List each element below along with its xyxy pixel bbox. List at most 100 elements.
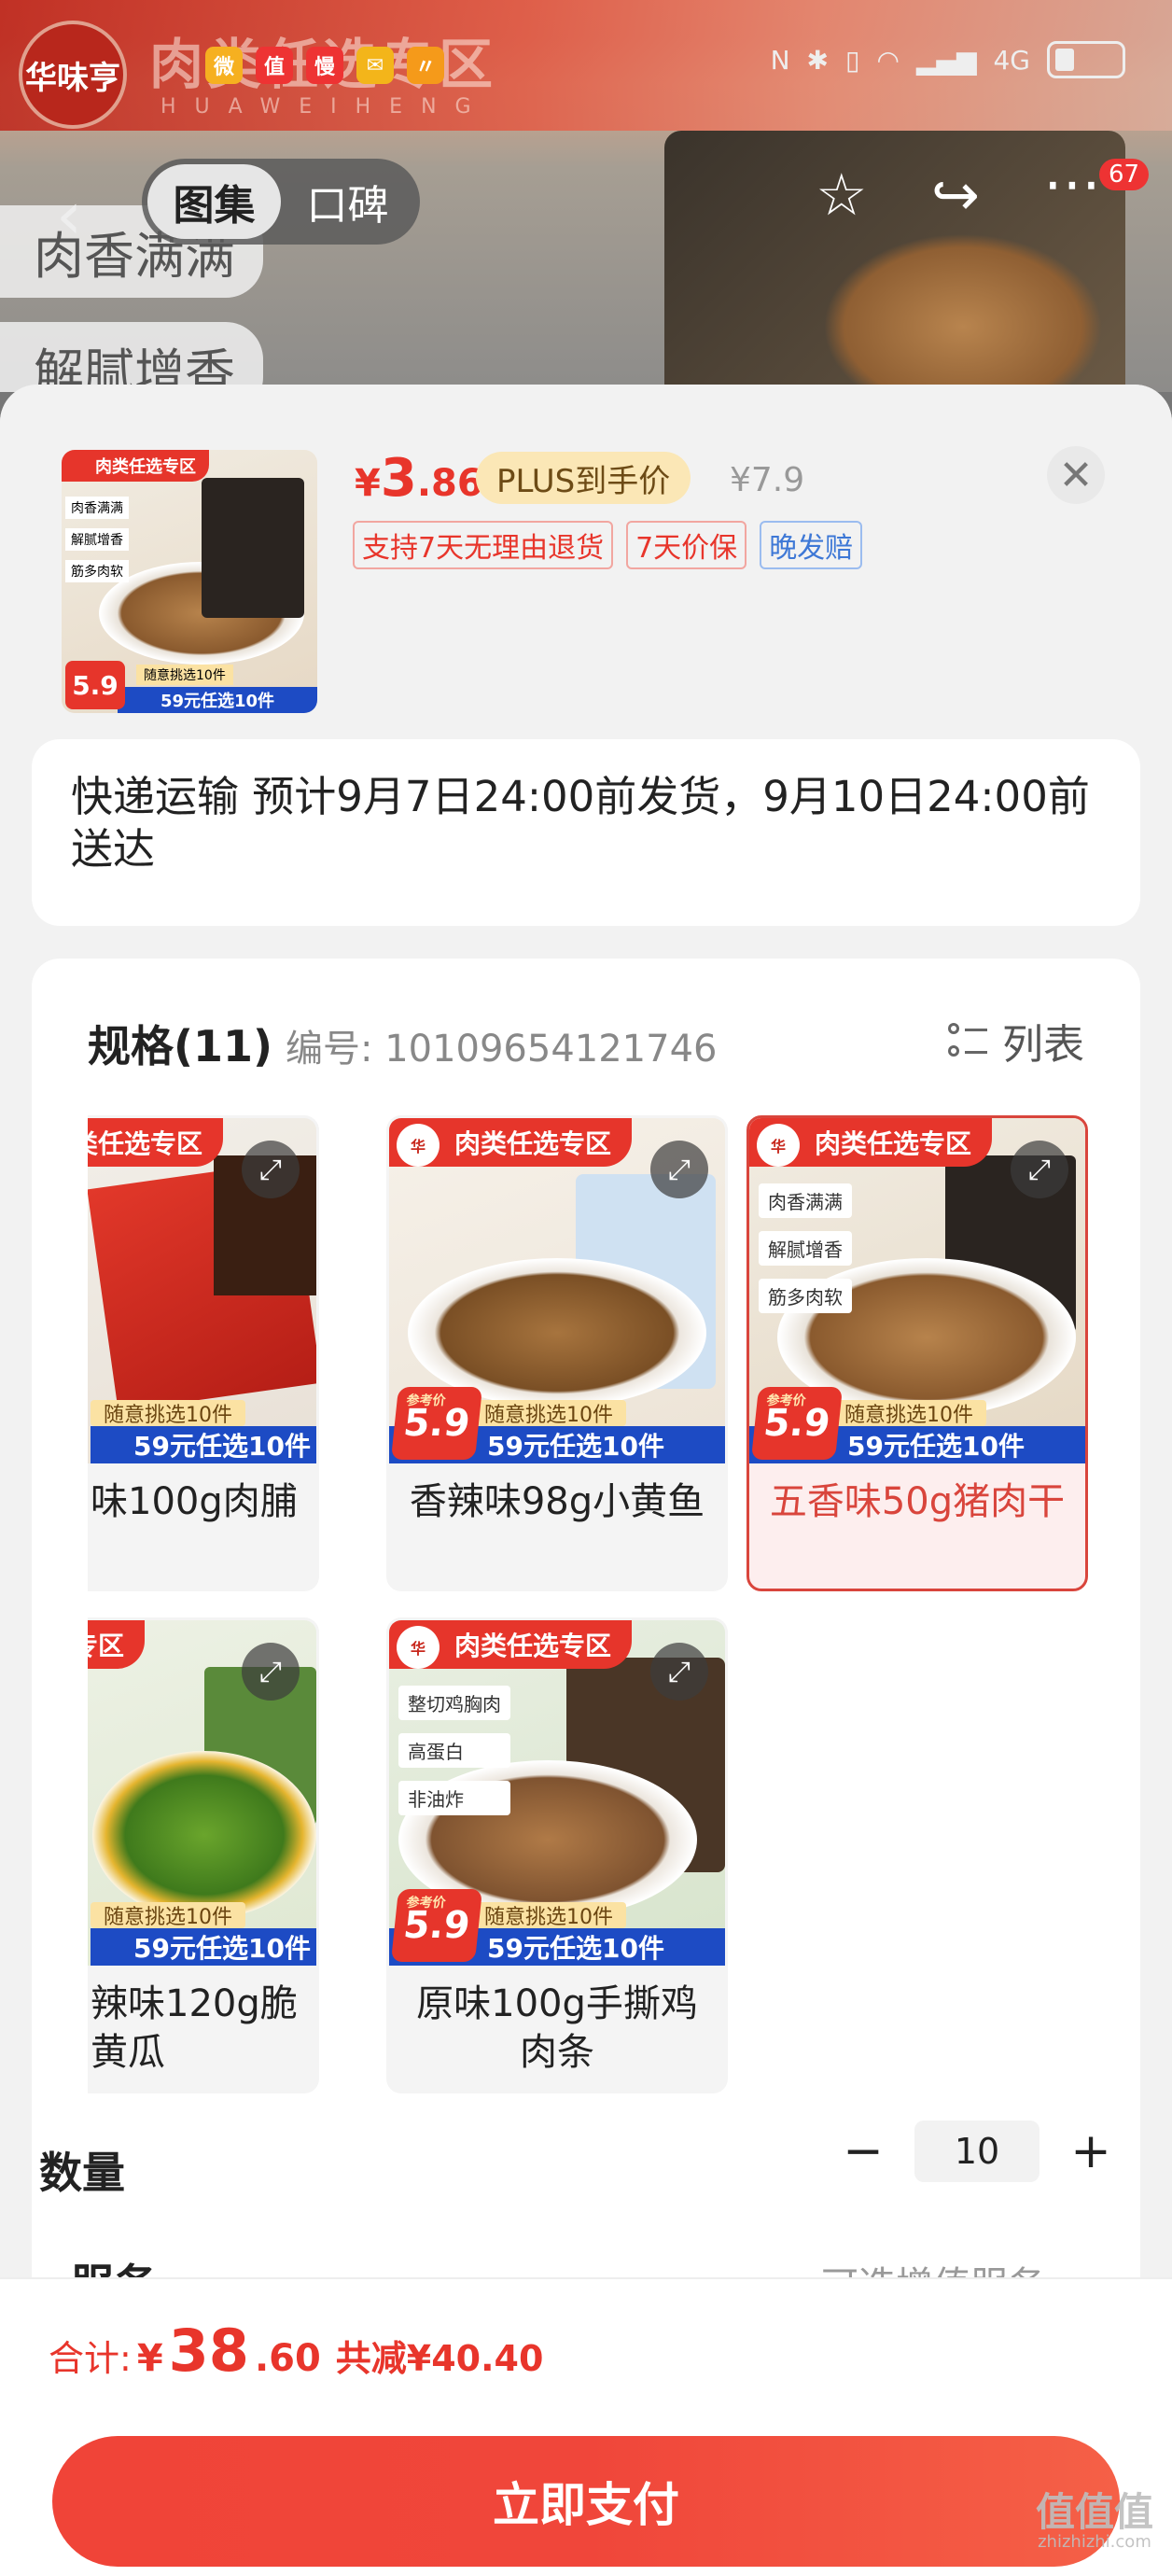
option-band-top: 随意挑选10件 bbox=[91, 1400, 245, 1427]
list-icon bbox=[948, 1021, 987, 1060]
option-promo-pill: 肉类任选专区 bbox=[88, 1118, 224, 1167]
brand-logo: 华味亨 bbox=[19, 21, 127, 129]
service-tags: 支持7天无理由退货 7天价保 晚发赔 bbox=[353, 521, 863, 569]
plus-price-badge: PLUS到手价 bbox=[476, 452, 691, 504]
sale-price: ¥3.86 bbox=[355, 448, 483, 509]
site-watermark: 值值值 zhizhizhi.com bbox=[1035, 2489, 1153, 2552]
option-band-bottom: 59元任选10件 bbox=[91, 1928, 316, 1966]
option-band-top: 随意挑选10件 bbox=[91, 1902, 245, 1929]
total-discount: 共减¥40.40 bbox=[335, 2338, 544, 2379]
price-dec: .86 bbox=[416, 462, 483, 505]
brand-logo-text: 华味亨 bbox=[25, 59, 120, 97]
expand-icon[interactable]: ⤢ bbox=[242, 1141, 300, 1198]
quantity-stepper: − 10 + bbox=[840, 2121, 1114, 2182]
spec-option[interactable]: 华 肉类任选专区 ⤢ 参考价 5.9 随意挑选10件 59元任选10件 香辣味98… bbox=[386, 1115, 728, 1591]
background-tag-2: 解腻增香 bbox=[0, 322, 263, 392]
network-type: 4G bbox=[993, 44, 1030, 76]
decrease-button[interactable]: − bbox=[840, 2123, 886, 2179]
sheet-header: 肉类任选专区 肉香满满 解腻增香 筋多肉软 5.9 随意挑选10件 59元任选1… bbox=[0, 385, 1172, 739]
spec-option-selected[interactable]: 华 肉类任选专区 肉香满满 解腻增香 筋多肉软 ⤢ 参考价 5.9 随意挑选10件… bbox=[746, 1115, 1088, 1591]
quantity-label: 数量 bbox=[39, 2148, 125, 2198]
option-label: 原味100g手撕鸡肉条 bbox=[416, 1982, 698, 2074]
option-chip: 整切鸡胸肉 bbox=[398, 1686, 510, 1720]
option-chip: 筋多肉软 bbox=[759, 1279, 852, 1313]
price-currency: ¥ bbox=[355, 462, 381, 505]
sku-number: 编号: 10109654121746 bbox=[286, 1028, 718, 1071]
favorite-star-icon[interactable]: ☆ bbox=[816, 161, 868, 229]
tab-reviews[interactable]: 口碑 bbox=[281, 164, 414, 239]
mail-app-icon: ✉ bbox=[356, 47, 394, 84]
background-product-page: 华味亨 肉类任选专区 HUAWEIHENG 微 值 慢 ✉ 〃 N ✱ ▯ ◠ … bbox=[0, 0, 1172, 392]
thumb-band-top: 随意挑选10件 bbox=[136, 665, 233, 685]
more-icon[interactable]: ⋯ bbox=[1043, 149, 1101, 217]
option-ref-price: 参考价 5.9 bbox=[390, 1387, 483, 1460]
quantity-input[interactable]: 10 bbox=[914, 2121, 1039, 2182]
brand-mini-logo: 华 bbox=[397, 1124, 440, 1167]
bluetooth-icon: ✱ bbox=[806, 44, 830, 76]
thumb-band-bottom: 59元任选10件 bbox=[118, 687, 317, 713]
checkout-footer: 合计: ¥ 38 .60 共减¥40.40 立即支付 bbox=[0, 2277, 1172, 2576]
spec-option[interactable]: 选专区 ⤢ 随意挑选10件 59元任选10件 辣味120g脆黄瓜 bbox=[88, 1617, 319, 2093]
gallery-segment-control: 图集 口碑 bbox=[142, 159, 420, 245]
increase-button[interactable]: + bbox=[1067, 2123, 1114, 2179]
option-label: 辣味120g脆黄瓜 bbox=[91, 1982, 298, 2074]
status-bar-apps: 微 值 慢 ✉ 〃 bbox=[205, 47, 444, 84]
spec-option[interactable]: 肉类任选专区 ⤢ 随意挑选10件 59元任选10件 味100g肉脯 bbox=[88, 1115, 319, 1591]
option-band-top: 随意挑选10件 bbox=[471, 1400, 626, 1427]
sku-selection-sheet: 肉类任选专区 肉香满满 解腻增香 筋多肉软 5.9 随意挑选10件 59元任选1… bbox=[0, 385, 1172, 2576]
tag-late-compensation: 晚发赔 bbox=[760, 521, 863, 569]
option-promo-pill: 选专区 bbox=[88, 1620, 146, 1669]
total-dec: .60 bbox=[254, 2337, 321, 2380]
spec-title: 规格(11) bbox=[88, 1021, 273, 1071]
option-label: 五香味50g猪肉干 bbox=[769, 1480, 1066, 1523]
thumb-chip: 肉香满满 bbox=[65, 497, 129, 519]
original-price: ¥7.9 bbox=[730, 461, 805, 499]
selected-product-thumbnail[interactable]: 肉类任选专区 肉香满满 解腻增香 筋多肉软 5.9 随意挑选10件 59元任选1… bbox=[62, 450, 317, 713]
list-view-label: 列表 bbox=[1002, 1021, 1084, 1069]
wifi-icon: ◠ bbox=[876, 44, 900, 76]
battery-icon bbox=[1047, 41, 1125, 78]
zhi-app-icon: 值 bbox=[256, 47, 293, 84]
expand-icon[interactable]: ⤢ bbox=[650, 1141, 708, 1198]
tab-gallery[interactable]: 图集 bbox=[147, 164, 281, 239]
thumb-ref-price: 5.9 bbox=[65, 661, 125, 709]
shipping-text: 快递运输 预计9月7日24:00前发货，9月10日24:00前送达 bbox=[71, 772, 1090, 874]
option-chip: 肉香满满 bbox=[759, 1183, 852, 1218]
status-bar-right: N ✱ ▯ ◠ ▂▄▆ 4G bbox=[771, 41, 1125, 78]
man-app-icon: 慢 bbox=[306, 47, 343, 84]
spec-options-grid: 肉类任选专区 ⤢ 随意挑选10件 59元任选10件 味100g肉脯 华 肉类任选… bbox=[88, 1115, 1095, 2105]
total-label: 合计: bbox=[49, 2338, 132, 2379]
shipping-info-card: 快递运输 预计9月7日24:00前发货，9月10日24:00前送达 bbox=[32, 739, 1140, 926]
option-chip: 高蛋白 bbox=[398, 1733, 510, 1768]
option-chip: 非油炸 bbox=[398, 1781, 510, 1815]
total-int: 38 bbox=[168, 2317, 249, 2385]
sms-app-icon: 〃 bbox=[407, 47, 444, 84]
close-icon[interactable]: ✕ bbox=[1047, 446, 1105, 504]
thumb-chip: 解腻增香 bbox=[65, 528, 129, 551]
more-badge: 67 bbox=[1099, 159, 1150, 190]
list-view-button[interactable]: 列表 bbox=[948, 1011, 1084, 1071]
expand-icon[interactable]: ⤢ bbox=[650, 1643, 708, 1701]
nfc-icon: N bbox=[770, 44, 790, 76]
pay-now-button[interactable]: 立即支付 bbox=[52, 2436, 1120, 2567]
option-ref-price: 参考价 5.9 bbox=[750, 1387, 844, 1460]
expand-icon[interactable]: ⤢ bbox=[242, 1643, 300, 1701]
option-label: 香辣味98g小黄鱼 bbox=[409, 1480, 705, 1523]
brand-mini-logo: 华 bbox=[757, 1124, 800, 1167]
spec-option[interactable]: 华 肉类任选专区 整切鸡胸肉 高蛋白 非油炸 ⤢ 参考价 5.9 随意挑选10件 … bbox=[386, 1617, 728, 2093]
tag-7day-return: 支持7天无理由退货 bbox=[353, 521, 614, 569]
option-ref-price: 参考价 5.9 bbox=[390, 1889, 483, 1962]
option-band-top: 随意挑选10件 bbox=[831, 1400, 986, 1427]
thumb-chip: 筋多肉软 bbox=[65, 560, 129, 582]
expand-icon[interactable]: ⤢ bbox=[1011, 1141, 1068, 1198]
vibrate-icon: ▯ bbox=[845, 44, 860, 76]
option-chip: 解腻增香 bbox=[759, 1231, 852, 1266]
total-currency: ¥ bbox=[136, 2337, 163, 2380]
option-band-top: 随意挑选10件 bbox=[471, 1902, 626, 1929]
back-arrow-icon[interactable]: ‹ bbox=[56, 177, 82, 254]
share-icon[interactable]: ↪ bbox=[931, 161, 980, 229]
signal-icon: ▂▄▆ bbox=[915, 44, 977, 76]
banner-subtitle: HUAWEIHENG bbox=[160, 95, 490, 119]
option-label: 味100g肉脯 bbox=[91, 1480, 298, 1523]
thumb-pill: 肉类任选专区 bbox=[62, 450, 209, 482]
